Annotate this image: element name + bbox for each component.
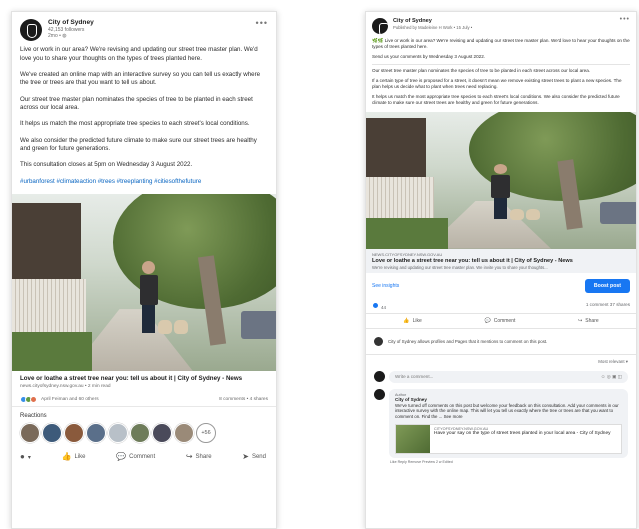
comment-author[interactable]: City of Sydney — [395, 397, 622, 402]
published-by: Published by Madeleine H Work • 15 July … — [393, 24, 473, 30]
post-paragraph: It helps us match the most appropriate t… — [20, 120, 250, 128]
post-body: 🌿🌿 Live or work in our area? We're revis… — [366, 36, 636, 112]
facebook-post-card: City of Sydney Published by Madeleine H … — [365, 11, 637, 529]
share-icon: ↪ — [185, 452, 193, 462]
see-insights-link[interactable]: See insights — [372, 283, 399, 289]
reactions-heading: Reactions — [20, 413, 47, 420]
social-counts: April Feiman and 60 others 8 comments • … — [12, 393, 276, 408]
post-paragraph: It helps us match the most appropriate t… — [372, 93, 620, 105]
link-domain: NEWS.CITYOFSYDNEY.NSW.GOV.AU — [372, 251, 443, 257]
reactor-avatars: +56 — [12, 423, 276, 444]
post-paragraph: Our street tree master plan nominates th… — [20, 95, 253, 112]
city-of-sydney-logo[interactable] — [20, 19, 42, 41]
insights-row: See insights Boost post — [366, 273, 636, 299]
account-switcher[interactable]: ● ▾ — [20, 453, 31, 461]
avatar[interactable] — [20, 423, 40, 444]
boost-post-button[interactable]: Boost post — [584, 278, 630, 293]
post-paragraph: We've created an online map with an inte… — [20, 70, 261, 87]
avatar[interactable] — [64, 423, 84, 444]
post-paragraph: Send us your comments by Wednesday 3 Aug… — [372, 54, 486, 59]
reactors-text[interactable]: April Feiman and 60 others — [41, 397, 99, 402]
link-source: news.cityofsydney.nsw.gov.au • 2 min rea… — [20, 384, 111, 390]
city-of-sydney-logo[interactable] — [372, 18, 389, 37]
write-comment-row: Write a comment... ☺ ◎ ▣ ◫ — [366, 369, 636, 385]
like-button[interactable]: 👍 Like — [62, 453, 86, 461]
chevron-down-icon: ▾ — [27, 454, 31, 461]
mention-notice: City of Sydney allows profiles and Pages… — [366, 329, 636, 355]
link-preview[interactable]: NEWS.CITYOFSYDNEY.NSW.GOV.AU Love or loa… — [366, 248, 636, 273]
share-icon: ↪ — [578, 317, 583, 324]
page-name[interactable]: City of Sydney — [393, 18, 472, 25]
link-thumbnail — [396, 424, 430, 453]
more-options-icon[interactable]: ••• — [256, 18, 268, 28]
thumbs-up-icon: 👍 — [403, 317, 410, 324]
comments-shares-count[interactable]: 8 comments • 4 shares — [219, 397, 268, 402]
page-name[interactable]: City of Sydney — [48, 19, 94, 27]
post-image[interactable] — [366, 111, 636, 249]
thumbs-up-icon: 👍 — [61, 452, 72, 462]
post-body: Live or work in our area? We're revising… — [12, 44, 276, 194]
comment-actions[interactable]: Like Reply Remove Preview 2 w Edited — [366, 458, 636, 464]
reaction-count[interactable]: 44 — [372, 301, 386, 310]
action-bar: 👍 Like 💬 Comment ↪ Share — [366, 312, 636, 329]
send-icon: ➤ — [242, 452, 249, 462]
avatar[interactable] — [86, 423, 106, 444]
like-button[interactable]: 👍 Like — [403, 318, 421, 324]
post-paragraph: We also consider the predicted future cl… — [20, 136, 257, 153]
avatar[interactable] — [108, 423, 128, 444]
link-title[interactable]: Love or loathe a street tree near you: t… — [372, 258, 630, 264]
avatar[interactable] — [130, 423, 150, 444]
avatar — [374, 371, 385, 383]
globe-icon: ◍ — [62, 32, 67, 39]
send-button[interactable]: ➤ Send — [242, 453, 266, 461]
social-counts: 44 1 comment 37 shares — [366, 299, 636, 313]
divider — [372, 63, 630, 65]
post-image[interactable] — [12, 194, 276, 372]
post-paragraph: If a certain type of tree is proposed fo… — [372, 77, 622, 89]
link-title[interactable]: Love or loathe a street tree near you: t… — [12, 371, 276, 384]
comment-icon: 💬 — [116, 452, 127, 462]
avatar[interactable] — [174, 423, 194, 444]
avatar-icon: ● — [20, 452, 25, 462]
share-button[interactable]: ↪ Share — [186, 453, 212, 461]
leaf-emoji-icon: 🌿🌿 — [372, 38, 385, 43]
comments-shares-count[interactable]: 1 comment 37 shares — [586, 302, 630, 310]
emoji-icons[interactable]: ☺ ◎ ▣ ◫ — [601, 374, 622, 380]
hashtags[interactable]: #urbanforest #climateaction #trees #tree… — [20, 178, 268, 187]
post-header: City of Sydney 42,153 followers 2mo • ◍ … — [12, 12, 276, 44]
linkedin-post-card: City of Sydney 42,153 followers 2mo • ◍ … — [11, 11, 277, 529]
most-relevant-dropdown[interactable]: Most relevant ▾ — [366, 355, 636, 369]
avatar[interactable] — [374, 388, 385, 400]
comment: Author City of Sydney We've turned off c… — [366, 385, 636, 458]
post-time: 2mo • ◍ — [48, 32, 67, 39]
post-paragraph: Our street tree master plan nominates th… — [372, 67, 591, 73]
comment-input[interactable]: Write a comment... ☺ ◎ ▣ ◫ — [389, 370, 628, 383]
more-options-icon[interactable]: ••• — [620, 16, 630, 23]
more-reactors-button[interactable]: +56 — [196, 423, 216, 444]
post-paragraph: Live or work in our area? We're revising… — [20, 46, 258, 62]
action-bar: ● ▾ 👍 Like 💬 Comment ↪ Share ➤ Send — [12, 443, 276, 465]
like-reaction-icon — [372, 301, 379, 309]
post-header: City of Sydney Published by Madeleine H … — [366, 12, 636, 37]
avatar[interactable] — [42, 423, 62, 444]
notice-icon — [374, 336, 383, 346]
love-reaction-icon — [30, 396, 37, 404]
notice-text: City of Sydney allows profiles and Pages… — [388, 338, 548, 344]
post-paragraph: 🌿🌿 Live or work in our area? We're revis… — [372, 38, 630, 50]
comment-link-preview[interactable]: CITYOFSYDNEY.NSW.GOV.AU Have your say on… — [395, 423, 622, 454]
comment-text: We've turned off comments on this post b… — [395, 402, 619, 420]
comment-button[interactable]: 💬 Comment — [116, 453, 155, 461]
link-title: Have your say on the type of street tree… — [434, 430, 611, 436]
comment-button[interactable]: 💬 Comment — [484, 318, 515, 324]
avatar[interactable] — [152, 423, 172, 444]
post-paragraph: This consultation closes at 5pm on Wedne… — [20, 161, 193, 169]
comment-icon: 💬 — [484, 317, 491, 324]
link-description: We're revising and updating our street t… — [372, 264, 548, 270]
share-button[interactable]: ↪ Share — [578, 318, 599, 324]
